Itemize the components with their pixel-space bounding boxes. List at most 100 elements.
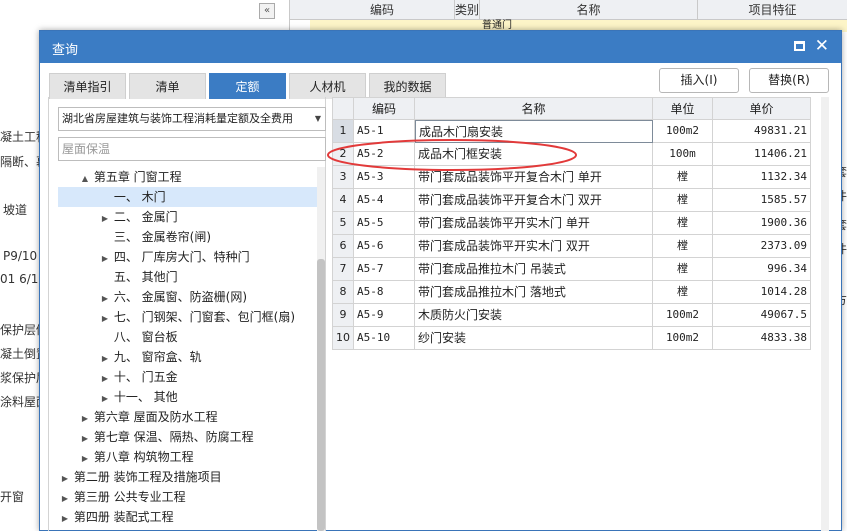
tree-item[interactable]: ▶ 七、 门钢架、门窗套、包门框(扇) — [58, 307, 317, 327]
expand-arrow-icon[interactable]: ▶ — [100, 209, 110, 229]
cell-code[interactable]: A5-7 — [354, 258, 415, 281]
cell-price[interactable]: 996.34 — [713, 258, 811, 281]
cell-unit[interactable]: 樘 — [653, 281, 713, 304]
cell-unit[interactable]: 樘 — [653, 212, 713, 235]
tree-search-input[interactable]: 屋面保温 — [58, 137, 326, 161]
tab-my-data[interactable]: 我的数据 — [369, 73, 446, 99]
cell-name[interactable]: 木质防火门安装 — [415, 304, 653, 327]
tab-labor-material-machine[interactable]: 人材机 — [289, 73, 366, 99]
cell-unit[interactable]: 100m — [653, 143, 713, 166]
expand-arrow-icon[interactable]: ▶ — [80, 409, 90, 429]
cell-name[interactable]: 带门套成品装饰平开复合木门 双开 — [415, 189, 653, 212]
tree-item[interactable]: ▶ 第四册 装配式工程 — [58, 507, 317, 527]
cell-code[interactable]: A5-8 — [354, 281, 415, 304]
tree-item-selected[interactable]: 一、 木门 — [58, 187, 317, 207]
grid-header-code[interactable]: 编码 — [353, 97, 415, 120]
expand-arrow-icon[interactable]: ▶ — [80, 429, 90, 449]
cell-name[interactable]: 纱门安装 — [415, 327, 653, 350]
tab-bill-guide[interactable]: 清单指引 — [49, 73, 126, 99]
tree-item[interactable]: ▶ 第八章 构筑物工程 — [58, 447, 317, 467]
tree-item-label: 第六章 屋面及防水工程 — [93, 410, 218, 424]
tree-item-label: 第二册 装饰工程及措施项目 — [73, 470, 222, 484]
tree-item[interactable]: ▶ 第七章 保温、隔热、防腐工程 — [58, 427, 317, 447]
expand-arrow-icon[interactable]: ▶ — [80, 449, 90, 469]
tree-item[interactable]: ▶ 九、 窗帘盒、轨 — [58, 347, 317, 367]
quota-grid: 编码 名称 单位 单价 1 A5-1 成品木门扇安装 100m2 49831.2… — [332, 97, 829, 531]
cell-unit[interactable]: 樘 — [653, 189, 713, 212]
cell-unit[interactable]: 100m2 — [653, 304, 713, 327]
tree-item[interactable]: ▶ 第二册 装饰工程及措施项目 — [58, 467, 317, 487]
cell-code[interactable]: A5-9 — [354, 304, 415, 327]
cell-name[interactable]: 带门套成品装饰平开实木门 单开 — [415, 212, 653, 235]
tab-quota[interactable]: 定额 — [209, 73, 286, 99]
grid-header-name[interactable]: 名称 — [414, 97, 653, 120]
cell-name[interactable]: 成品木门扇安装 — [415, 120, 653, 143]
expand-arrow-icon[interactable]: ▶ — [100, 389, 110, 409]
cell-price[interactable]: 1585.57 — [713, 189, 811, 212]
cell-unit[interactable]: 100m2 — [653, 120, 713, 143]
cell-code[interactable]: A5-1 — [354, 120, 415, 143]
expand-arrow-icon[interactable]: ▶ — [60, 469, 70, 489]
tree-item[interactable]: ▲ 第五章 门窗工程 — [58, 167, 317, 187]
cell-code[interactable]: A5-4 — [354, 189, 415, 212]
grid-header-unit[interactable]: 单位 — [652, 97, 713, 120]
expand-arrow-icon[interactable]: ▶ — [100, 289, 110, 309]
cell-name[interactable]: 带门套成品装饰平开复合木门 单开 — [415, 166, 653, 189]
cell-price[interactable]: 1132.34 — [713, 166, 811, 189]
cell-name[interactable]: 带门套成品推拉木门 落地式 — [415, 281, 653, 304]
cell-price[interactable]: 49831.21 — [713, 120, 811, 143]
expand-arrow-icon[interactable]: ▶ — [100, 349, 110, 369]
cell-price[interactable]: 11406.21 — [713, 143, 811, 166]
tree-item[interactable]: ▶ 十、 门五金 — [58, 367, 317, 387]
dialog-titlebar[interactable]: 查询 ✕ — [40, 31, 841, 63]
tree-item[interactable]: ▶ 第三册 公共专业工程 — [58, 487, 317, 507]
tree-item[interactable]: ▶ 四、 厂库房大门、特种门 — [58, 247, 317, 267]
expand-arrow-icon[interactable]: ▶ — [100, 369, 110, 389]
tree-item[interactable]: 八、 窗台板 — [58, 327, 317, 347]
background-text: 坡道 — [3, 203, 28, 217]
quota-library-select[interactable]: 湖北省房屋建筑与装饰工程消耗量定额及全费用 ▼ — [58, 107, 326, 131]
tree-item[interactable]: ▶ 第六章 屋面及防水工程 — [58, 407, 317, 427]
tree-item-label: 二、 金属门 — [113, 210, 178, 224]
tree-item-label: 第四册 装配式工程 — [73, 510, 174, 524]
cell-name[interactable]: 带门套成品推拉木门 吊装式 — [415, 258, 653, 281]
expand-arrow-icon[interactable]: ▶ — [60, 489, 70, 509]
cell-price[interactable]: 1900.36 — [713, 212, 811, 235]
row-number: 10 — [332, 327, 354, 350]
cell-name[interactable]: 带门套成品装饰平开实木门 双开 — [415, 235, 653, 258]
cell-code[interactable]: A5-5 — [354, 212, 415, 235]
expand-arrow-icon[interactable]: ▶ — [100, 309, 110, 329]
tree-scrollbar[interactable] — [317, 167, 325, 531]
grid-header-price[interactable]: 单价 — [712, 97, 811, 120]
cell-price[interactable]: 49067.5 — [713, 304, 811, 327]
expand-arrow-icon[interactable]: ▶ — [60, 509, 70, 529]
tree-scrollbar-thumb[interactable] — [317, 259, 325, 531]
cell-price[interactable]: 2373.09 — [713, 235, 811, 258]
tree-item[interactable]: 三、 金属卷帘(闸) — [58, 227, 317, 247]
insert-button[interactable]: 插入(I) — [659, 68, 739, 93]
cell-code[interactable]: A5-10 — [354, 327, 415, 350]
cell-price[interactable]: 1014.28 — [713, 281, 811, 304]
tree-item-label: 四、 厂库房大门、特种门 — [113, 250, 250, 264]
close-icon[interactable]: ✕ — [815, 35, 829, 57]
cell-unit[interactable]: 樘 — [653, 166, 713, 189]
expand-arrow-icon[interactable]: ▶ — [100, 249, 110, 269]
tree-item[interactable]: 五、 其他门 — [58, 267, 317, 287]
tree-item[interactable]: ▶ 二、 金属门 — [58, 207, 317, 227]
cell-price[interactable]: 4833.38 — [713, 327, 811, 350]
cell-code[interactable]: A5-6 — [354, 235, 415, 258]
cell-code[interactable]: A5-3 — [354, 166, 415, 189]
tree-item[interactable]: ▶ 十一、 其他 — [58, 387, 317, 407]
replace-button[interactable]: 替换(R) — [749, 68, 829, 93]
cell-code[interactable]: A5-2 — [354, 143, 415, 166]
tree-item[interactable]: ▶ 六、 金属窗、防盗栅(网) — [58, 287, 317, 307]
tab-bill[interactable]: 清单 — [129, 73, 206, 99]
maximize-icon[interactable] — [794, 41, 805, 51]
cell-unit[interactable]: 樘 — [653, 235, 713, 258]
collapse-panel-button[interactable]: « — [259, 3, 275, 19]
cell-unit[interactable]: 樘 — [653, 258, 713, 281]
grid-scrollbar[interactable] — [821, 97, 829, 531]
collapse-arrow-icon[interactable]: ▲ — [80, 169, 90, 189]
cell-unit[interactable]: 100m2 — [653, 327, 713, 350]
cell-name[interactable]: 成品木门框安装 — [415, 143, 653, 166]
